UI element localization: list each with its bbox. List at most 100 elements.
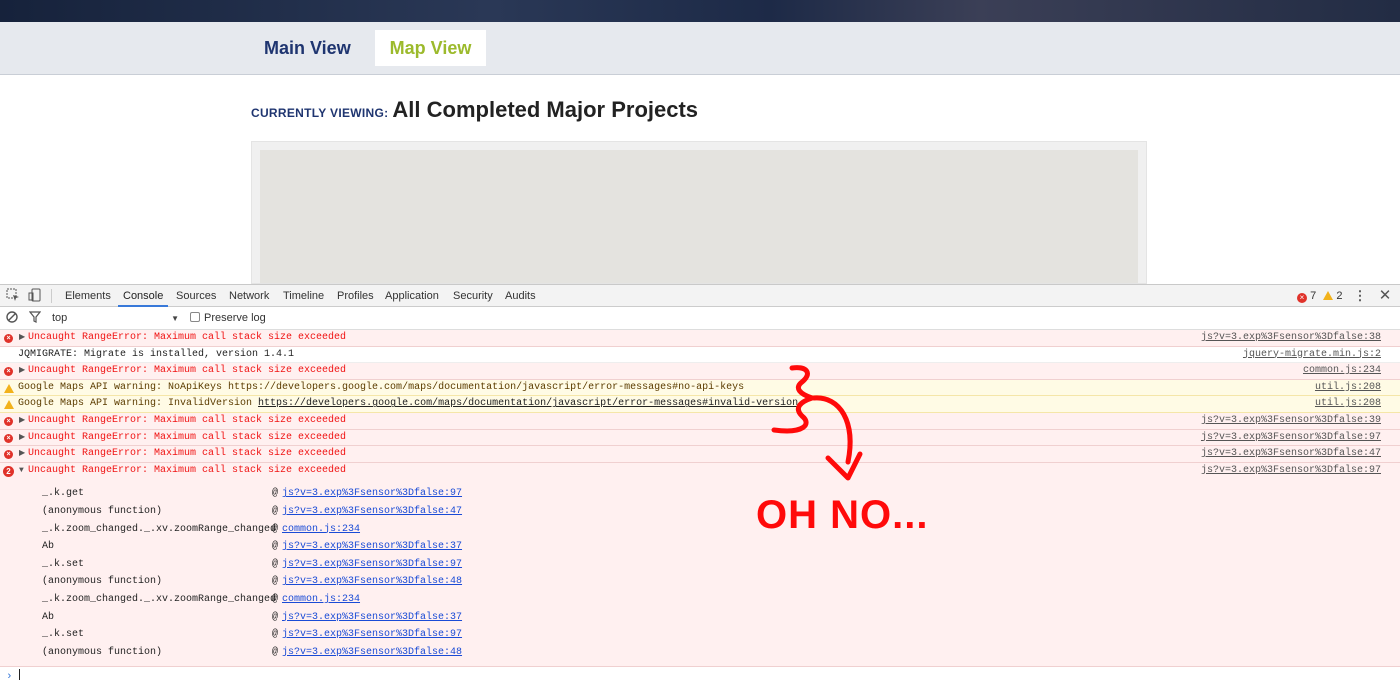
console-input[interactable]: › [0,667,1400,680]
more-options-icon[interactable]: ⋮ [1352,288,1368,304]
message-source-link[interactable]: js?v=3.exp%3Fsensor%3Dfalse:97 [1201,463,1381,480]
tab-profiles[interactable]: Profiles [337,285,374,307]
device-toolbar-icon[interactable] [27,288,43,304]
stack-frame: _.k.set @ js?v=3.exp%3Fsensor%3Dfalse:97 [0,556,1400,574]
frame-at: @ [272,558,279,570]
collapse-arrow-icon[interactable]: ▼ [19,463,24,480]
preserve-log-checkbox[interactable] [190,312,200,322]
devtools-panel: Elements Console Sources Network Timelin… [0,284,1400,680]
tab-main-view[interactable]: Main View [251,30,364,66]
frame-location-link[interactable]: common.js:234 [282,591,360,609]
expand-arrow-icon[interactable]: ▶ [19,413,25,430]
frame-function: Ab [42,541,55,553]
stack-frame: (anonymous function) @ js?v=3.exp%3Fsensor… [0,503,1400,521]
frame-at: @ [272,646,279,658]
oh-no-annotation: OH NO... [756,493,929,537]
message-source-link[interactable]: common.js:234 [1303,363,1381,380]
frame-at: @ [272,488,279,500]
currently-viewing-title: All Completed Major Projects [392,97,699,122]
preserve-log-toggle[interactable]: Preserve log [190,311,266,326]
frame-function: _.k.zoom_changed._.xv.zoomRange_changed [42,593,277,605]
expand-arrow-icon[interactable]: ▶ [19,330,25,347]
clear-console-icon[interactable] [5,311,19,325]
tab-audits[interactable]: Audits [505,285,536,307]
message-source-link[interactable]: js?v=3.exp%3Fsensor%3Dfalse:97 [1201,430,1381,447]
frame-location-link[interactable]: js?v=3.exp%3Fsensor%3Dfalse:97 [282,485,462,503]
tab-console[interactable]: Console [118,285,169,307]
tab-timeline[interactable]: Timeline [283,285,324,307]
message-source-link[interactable]: js?v=3.exp%3Fsensor%3Dfalse:38 [1201,330,1381,347]
console-message-error[interactable]: × ▶ Uncaught RangeError: Maximum call st… [0,446,1400,463]
prompt-chevron-icon: › [6,671,13,680]
map-canvas[interactable] [260,150,1138,283]
chevron-down-icon: ▼ [171,314,179,323]
tab-application[interactable]: Application [385,285,439,307]
message-text: Uncaught RangeError: Maximum call stack … [28,448,347,460]
tab-security[interactable]: Security [453,285,493,307]
frame-location-link[interactable]: js?v=3.exp%3Fsensor%3Dfalse:97 [282,556,462,574]
inspect-element-icon[interactable] [5,288,21,304]
console-message-warning[interactable]: Google Maps API warning: InvalidVersion … [0,396,1400,413]
error-icon: × [4,433,13,443]
error-icon: × [4,450,13,460]
tab-map-view[interactable]: Map View [375,30,486,66]
expand-arrow-icon[interactable]: ▶ [19,430,25,447]
frame-at: @ [272,576,279,588]
error-count: 7 [1310,290,1317,302]
frame-location-link[interactable]: js?v=3.exp%3Fsensor%3Dfalse:37 [282,609,462,627]
error-icon: × [1297,293,1307,303]
context-selector-value: top [52,312,68,324]
stack-frame: Ab @ js?v=3.exp%3Fsensor%3Dfalse:37 [0,609,1400,627]
console-message-info[interactable]: JQMIGRATE: Migrate is installed, version… [0,346,1400,364]
frame-at: @ [272,629,279,641]
message-source-link[interactable]: js?v=3.exp%3Fsensor%3Dfalse:39 [1201,413,1381,430]
console-message-error[interactable]: × ▶ Uncaught RangeError: Maximum call st… [0,412,1400,430]
message-url-link[interactable]: https://developers.google.com/maps/docum… [258,398,798,409]
message-text: Google Maps API warning: NoApiKeys https… [18,381,745,393]
hero-banner-strip [0,0,1400,22]
console-message-error[interactable]: × ▶ Uncaught RangeError: Maximum call st… [0,429,1400,447]
frame-function: (anonymous function) [42,646,163,658]
context-selector[interactable]: top ▼ [52,311,179,326]
message-source-link[interactable]: util.js:208 [1315,396,1381,413]
devtools-tabbar: Elements Console Sources Network Timelin… [0,285,1400,307]
tab-sources[interactable]: Sources [176,285,216,307]
filter-icon[interactable] [28,311,42,325]
issue-counter[interactable]: × 7 2 [1297,285,1342,307]
text-caret [18,669,20,680]
console-message-error-expanded[interactable]: 2 ▼ Uncaught RangeError: Maximum call st… [0,462,1400,480]
console-message-warning[interactable]: Google Maps API warning: NoApiKeys https… [0,379,1400,397]
message-text: Uncaught RangeError: Maximum call stack … [28,332,347,343]
frame-location-link[interactable]: js?v=3.exp%3Fsensor%3Dfalse:48 [282,644,462,662]
warning-icon [4,400,14,410]
frame-location-link[interactable]: common.js:234 [282,521,360,539]
frame-at: @ [272,611,279,623]
curly-brace-arrow-annotation [771,365,863,481]
frame-location-link[interactable]: js?v=3.exp%3Fsensor%3Dfalse:97 [282,626,462,644]
stack-frame: Ab @ js?v=3.exp%3Fsensor%3Dfalse:37 [0,538,1400,556]
expand-arrow-icon[interactable]: ▶ [19,363,25,380]
tab-elements[interactable]: Elements [65,285,111,307]
frame-function: Ab [42,611,55,623]
frame-location-link[interactable]: js?v=3.exp%3Fsensor%3Dfalse:37 [282,538,462,556]
message-text: Uncaught RangeError: Maximum call stack … [28,431,347,443]
error-icon: × [4,334,13,343]
tab-network[interactable]: Network [229,285,269,307]
message-source-link[interactable]: util.js:208 [1315,380,1381,397]
message-source-link[interactable]: jquery-migrate.min.js:2 [1243,347,1381,364]
expand-arrow-icon[interactable]: ▶ [19,446,25,463]
close-devtools-icon[interactable]: ✕ [1377,288,1393,304]
stack-frame: _.k.get @ js?v=3.exp%3Fsensor%3Dfalse:97 [0,485,1400,503]
frame-location-link[interactable]: js?v=3.exp%3Fsensor%3Dfalse:48 [282,573,462,591]
frame-function: _.k.set [42,558,85,570]
frame-function: _.k.get [42,488,85,500]
stack-frame: _.k.zoom_changed._.xv.zoomRange_changed @… [0,521,1400,539]
message-source-link[interactable]: js?v=3.exp%3Fsensor%3Dfalse:47 [1201,446,1381,463]
warning-icon [4,383,14,393]
error-icon: × [4,367,13,377]
stack-frame: _.k.zoom_changed._.xv.zoomRange_changed @… [0,591,1400,609]
console-message-error[interactable]: × ▶ Uncaught RangeError: Maximum call st… [0,363,1400,380]
console-message-error[interactable]: × ▶ Uncaught RangeError: Maximum call st… [0,330,1400,347]
frame-location-link[interactable]: js?v=3.exp%3Fsensor%3Dfalse:47 [282,503,462,521]
stack-trace: _.k.get @ js?v=3.exp%3Fsensor%3Dfalse:97 (… [0,479,1400,668]
